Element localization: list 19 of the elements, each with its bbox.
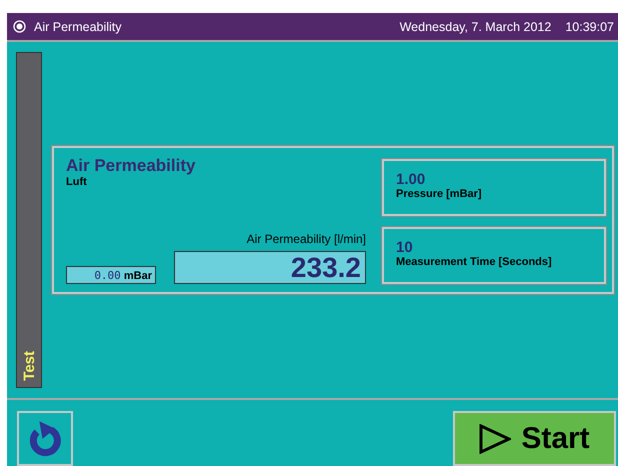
pressure-reading: 0.00 mBar [66, 266, 156, 284]
parameter-label: Pressure [mBar] [396, 188, 483, 200]
side-tab[interactable]: Test [16, 52, 42, 388]
parameter-box[interactable]: 10 Measurement Time [Seconds] [382, 227, 606, 284]
result-label: Air Permeability [l/min] [246, 232, 366, 246]
parameter-label: Measurement Time [Seconds] [396, 256, 553, 268]
radio-icon [13, 20, 26, 33]
measurement-subtitle: Luft [66, 176, 88, 188]
window-title: Air Permeability [34, 20, 123, 34]
date-text: Wednesday, 7. March 2012 [400, 20, 552, 34]
result-value: 233.2 [174, 251, 366, 284]
measurement-title: Air Permeability [66, 156, 196, 176]
back-button[interactable] [17, 411, 73, 466]
start-button[interactable]: Start [453, 411, 616, 466]
time-text: 10:39:07 [565, 20, 614, 34]
parameter-value: 10 [396, 239, 414, 256]
parameter-box[interactable]: 1.00 Pressure [mBar] [382, 159, 606, 216]
play-icon [479, 424, 512, 454]
parameter-value: 1.00 [396, 171, 426, 188]
